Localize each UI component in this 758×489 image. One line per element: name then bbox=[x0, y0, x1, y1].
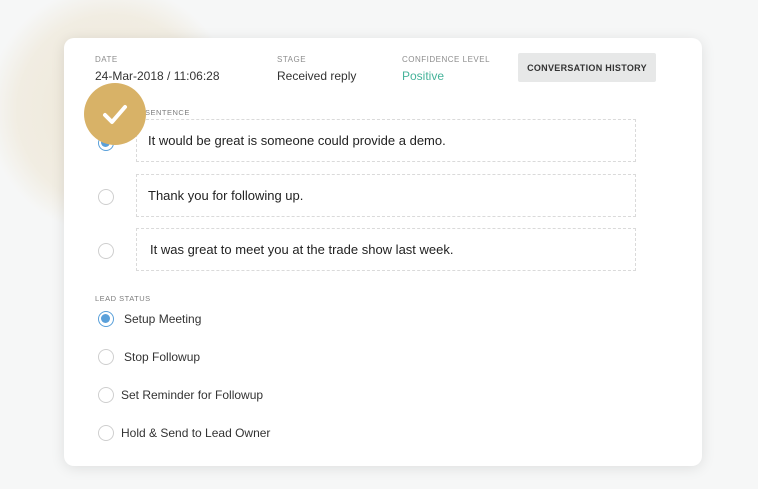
lead-status-option-label[interactable]: Setup Meeting bbox=[124, 312, 201, 326]
lead-status-option-label[interactable]: Set Reminder for Followup bbox=[121, 388, 263, 402]
lead-status-option-label[interactable]: Hold & Send to Lead Owner bbox=[121, 426, 270, 440]
stage-label: STAGE bbox=[277, 55, 307, 64]
checkmark-badge bbox=[84, 83, 146, 145]
sentence-section-label: SENTENCE bbox=[145, 108, 190, 117]
sentence-radio[interactable] bbox=[98, 189, 114, 205]
confidence-value: Positive bbox=[402, 69, 445, 83]
sentence-box[interactable]: It was great to meet you at the trade sh… bbox=[136, 228, 636, 271]
confidence-label: CONFIDENCE LEVEL bbox=[402, 55, 491, 64]
lead-status-radio[interactable] bbox=[98, 349, 114, 365]
lead-status-radio-selected[interactable] bbox=[98, 311, 114, 327]
sentence-box[interactable]: It would be great is someone could provi… bbox=[136, 119, 636, 162]
date-value: 24-Mar-2018 / 11:06:28 bbox=[95, 69, 220, 83]
conversation-history-button[interactable]: CONVERSATION HISTORY bbox=[518, 53, 656, 82]
sentence-radio[interactable] bbox=[98, 243, 114, 259]
sentence-box[interactable]: Thank you for following up. bbox=[136, 174, 636, 217]
lead-status-radio[interactable] bbox=[98, 425, 114, 441]
lead-status-option-label[interactable]: Stop Followup bbox=[124, 350, 200, 364]
conversation-card: DATE 24-Mar-2018 / 11:06:28 STAGE Receiv… bbox=[64, 38, 702, 466]
stage-value: Received reply bbox=[277, 69, 357, 83]
lead-status-label: LEAD STATUS bbox=[95, 294, 151, 303]
date-label: DATE bbox=[95, 55, 118, 64]
lead-status-radio[interactable] bbox=[98, 387, 114, 403]
checkmark-icon bbox=[103, 105, 127, 124]
